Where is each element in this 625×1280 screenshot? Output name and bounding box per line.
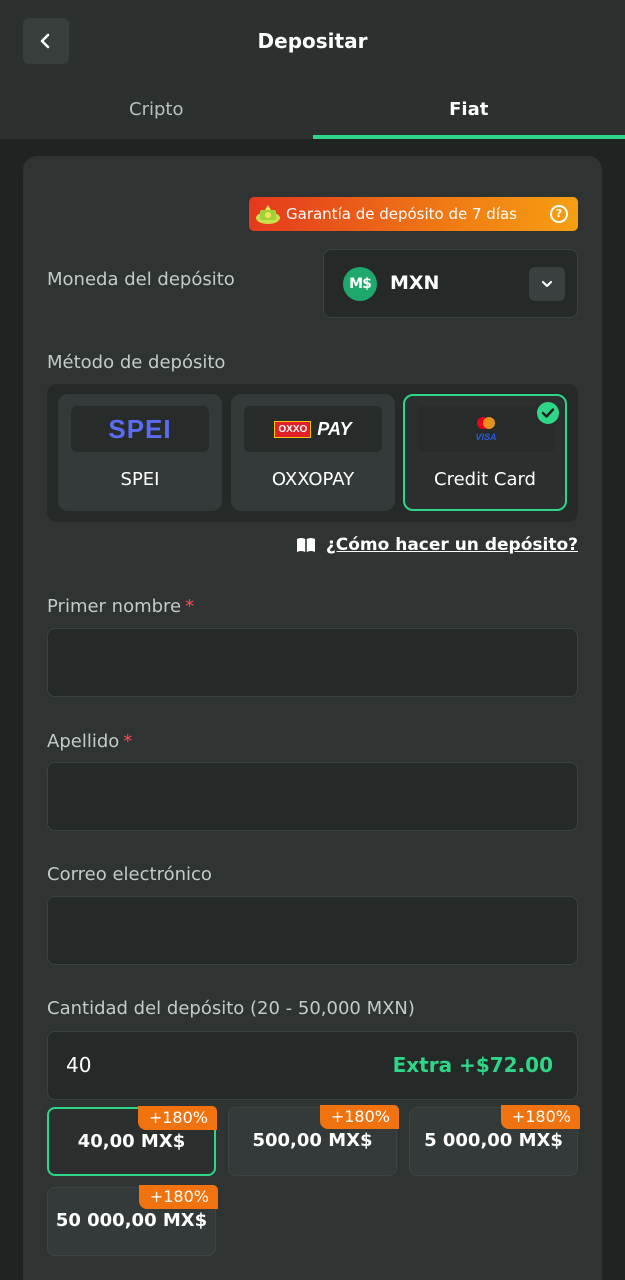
amount-preset-5000[interactable]: +180% 5 000,00 MX$ (409, 1105, 580, 1176)
first-name-input[interactable] (47, 628, 578, 697)
gift-icon (253, 201, 283, 227)
tab-cripto[interactable]: Cripto (0, 84, 313, 139)
email-label: Correo electrónico (47, 864, 212, 885)
how-to-deposit-text: ¿Cómo hacer un depósito? (325, 535, 578, 555)
method-name: OXXOPAY (271, 469, 355, 490)
spei-logo: SPEI (71, 406, 209, 452)
first-name-label: Primer nombre * (47, 596, 194, 617)
chevron-down-icon (541, 280, 553, 288)
first-name-label-text: Primer nombre (47, 596, 182, 617)
email-input[interactable] (47, 896, 578, 965)
currency-select[interactable]: M$ MXN (323, 249, 578, 318)
back-button[interactable] (23, 18, 69, 64)
mastercard-visa-icon: VISA (475, 417, 497, 442)
help-icon[interactable]: ? (550, 205, 568, 223)
last-name-label: Apellido * (47, 731, 132, 752)
currency-label: Moneda del depósito (47, 269, 235, 290)
currency-dropdown-button[interactable] (529, 267, 565, 301)
method-oxxopay[interactable]: OXXO PAY OXXOPAY (231, 394, 395, 511)
tab-bar: Cripto Fiat (0, 84, 625, 139)
amount-preset-500[interactable]: +180% 500,00 MX$ (228, 1105, 399, 1176)
deposit-guarantee-badge[interactable]: Garantía de depósito de 7 días ? (249, 197, 578, 231)
required-asterisk: * (123, 731, 133, 752)
amount-value: 40 (66, 1053, 92, 1077)
chevron-left-icon (40, 33, 50, 49)
method-name: SPEI (120, 469, 160, 490)
method-label: Método de depósito (47, 352, 226, 373)
bonus-badge: +180% (137, 1106, 217, 1130)
amount-preset-40[interactable]: +180% 40,00 MX$ (47, 1106, 217, 1176)
mxn-coin-icon: M$ (343, 267, 377, 301)
preset-value: 40,00 MX$ (77, 1131, 186, 1152)
oxxopay-logo: OXXO PAY (244, 406, 382, 452)
check-icon (537, 402, 559, 424)
last-name-input[interactable] (47, 762, 578, 831)
spei-logo-text: SPEI (108, 413, 172, 444)
method-selector: SPEI SPEI OXXO PAY OXXOPAY VISA Credit C… (47, 384, 578, 522)
preset-value: 50 000,00 MX$ (55, 1210, 208, 1231)
bonus-badge: +180% (319, 1105, 399, 1129)
amount-preset-50000[interactable]: +180% 50 000,00 MX$ (47, 1185, 218, 1256)
method-spei[interactable]: SPEI SPEI (58, 394, 222, 511)
bonus-badge: +180% (500, 1105, 580, 1129)
tab-fiat[interactable]: Fiat (312, 84, 625, 139)
amount-extra-bonus: Extra +$72.00 (392, 1053, 553, 1077)
required-asterisk: * (185, 596, 195, 617)
book-icon (296, 538, 315, 552)
amount-input[interactable]: 40 Extra +$72.00 (47, 1031, 578, 1100)
last-name-label-text: Apellido (47, 731, 120, 752)
top-bar (0, 0, 625, 84)
how-to-deposit-link[interactable]: ¿Cómo hacer un depósito? (296, 535, 578, 555)
card-logos: VISA (417, 406, 555, 452)
amount-label: Cantidad del depósito (20 - 50,000 MXN) (47, 998, 415, 1019)
preset-value: 5 000,00 MX$ (424, 1130, 563, 1151)
currency-code: MXN (390, 272, 440, 294)
bonus-badge: +180% (138, 1185, 218, 1209)
method-name: Credit Card (434, 469, 536, 490)
oxxo-logo-box: OXXO (274, 420, 312, 438)
visa-logo-text: VISA (475, 432, 496, 442)
guarantee-text: Garantía de depósito de 7 días (286, 205, 517, 223)
preset-value: 500,00 MX$ (252, 1130, 373, 1151)
pay-logo-text: PAY (317, 418, 352, 439)
method-credit-card[interactable]: VISA Credit Card (403, 394, 567, 511)
